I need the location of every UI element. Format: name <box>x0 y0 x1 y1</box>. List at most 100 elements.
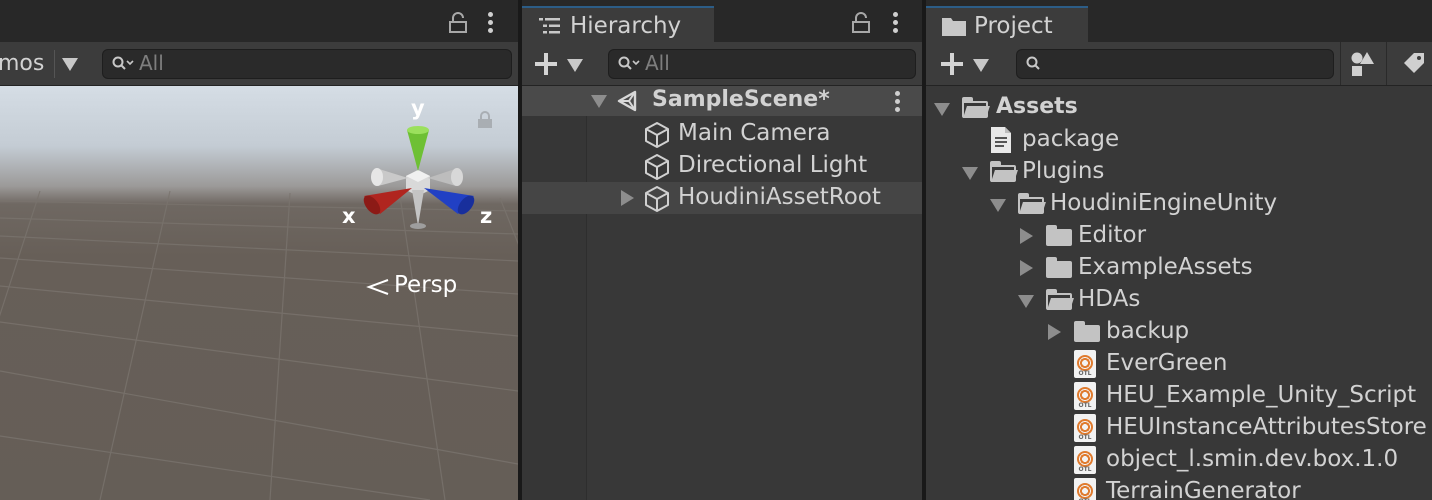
hierarchy-item-label: Main Camera <box>678 120 831 146</box>
scene-tab-bar <box>0 0 518 42</box>
project-search-input[interactable] <box>1016 49 1334 79</box>
project-item[interactable]: OTL HEUInstanceAttributesStore <box>926 412 1432 444</box>
search-icon <box>618 56 640 70</box>
chevron-down-icon <box>567 59 583 72</box>
gameobject-cube-icon <box>645 186 669 212</box>
project-item[interactable]: OTL EverGreen <box>926 348 1432 380</box>
tab-project-label: Project <box>974 13 1053 39</box>
chevron-down-icon <box>62 58 78 71</box>
expand-arrow-icon[interactable] <box>1018 295 1034 308</box>
hierarchy-search-placeholder: All <box>645 51 670 75</box>
expand-arrow-icon[interactable] <box>990 199 1006 212</box>
scene-search-placeholder: All <box>139 51 164 75</box>
hierarchy-list-icon <box>539 18 560 34</box>
plus-icon <box>941 53 963 75</box>
gameobject-cube-icon <box>645 154 669 180</box>
project-item[interactable]: backup <box>926 316 1432 348</box>
project-item[interactable]: HoudiniEngineUnity <box>926 188 1432 220</box>
gizmo-z-label: z <box>480 204 493 228</box>
expand-arrow-icon[interactable] <box>591 95 607 108</box>
project-item-label: Assets <box>996 94 1078 119</box>
expand-arrow-icon[interactable] <box>1020 228 1033 244</box>
project-item[interactable]: ExampleAssets <box>926 252 1432 284</box>
tab-hierarchy-label: Hierarchy <box>570 13 682 39</box>
project-item[interactable]: OTL object_l.smin.dev.box.1.0 <box>926 444 1432 476</box>
scene-search-input[interactable]: All <box>102 49 512 79</box>
hda-file-icon: OTL <box>1074 478 1096 500</box>
project-item-label: HEU_Example_Unity_Script <box>1106 382 1417 408</box>
project-item-label: backup <box>1106 318 1190 344</box>
orientation-gizmo[interactable] <box>350 116 490 246</box>
hierarchy-tree: SampleScene* Main Camera Directional Lig… <box>522 86 922 500</box>
scene-more-options-icon[interactable] <box>888 89 908 113</box>
scene-view-panel: mos All y x z Persp <box>0 0 518 500</box>
gizmo-x-label: x <box>342 204 356 228</box>
hda-file-icon: OTL <box>1074 382 1096 410</box>
hda-file-icon: OTL <box>1074 350 1096 378</box>
toolbar-divider <box>1386 42 1387 85</box>
perspective-icon <box>366 279 389 295</box>
project-item[interactable]: Editor <box>926 220 1432 252</box>
lock-icon[interactable] <box>448 12 468 34</box>
hierarchy-item[interactable]: HoudiniAssetRoot <box>522 182 922 214</box>
scene-viewport[interactable]: y x z Persp <box>0 86 518 500</box>
project-item-label: HoudiniEngineUnity <box>1050 190 1278 216</box>
unity-scene-icon <box>617 90 637 112</box>
folder-open-icon <box>962 97 990 118</box>
expand-arrow-icon[interactable] <box>1048 324 1061 340</box>
folder-open-icon <box>990 161 1018 182</box>
projection-label: Persp <box>394 272 458 298</box>
filter-by-label-icon[interactable] <box>1402 51 1426 75</box>
folder-open-icon <box>1018 193 1046 214</box>
project-item[interactable]: package <box>926 124 1432 156</box>
project-item-label: Plugins <box>1022 158 1105 184</box>
more-options-icon[interactable] <box>886 10 906 34</box>
hierarchy-item-label: Directional Light <box>678 152 868 178</box>
scene-row[interactable]: SampleScene* <box>522 86 922 116</box>
create-button[interactable] <box>532 50 588 78</box>
hierarchy-tab-bar: Hierarchy <box>522 0 922 42</box>
search-icon <box>112 56 134 70</box>
create-button[interactable] <box>938 50 994 78</box>
folder-icon <box>1046 257 1072 278</box>
expand-arrow-icon[interactable] <box>934 103 950 116</box>
hierarchy-toolbar: All <box>522 42 922 86</box>
folder-icon <box>1074 321 1100 342</box>
project-item[interactable]: HDAs <box>926 284 1432 316</box>
project-item-label: TerrainGenerator <box>1106 478 1301 500</box>
hierarchy-search-input[interactable]: All <box>608 49 916 79</box>
scene-toolbar: mos All <box>0 42 518 86</box>
project-item-label: HEUInstanceAttributesStore <box>1106 414 1427 440</box>
project-item[interactable]: Plugins <box>926 156 1432 188</box>
lock-icon[interactable] <box>851 12 871 34</box>
project-toolbar <box>926 42 1432 86</box>
text-file-icon <box>991 127 1011 153</box>
gameobject-cube-icon <box>645 122 669 148</box>
expand-arrow-icon[interactable] <box>962 167 978 180</box>
filter-by-type-icon[interactable] <box>1350 51 1376 77</box>
hda-file-icon: OTL <box>1074 446 1096 474</box>
chevron-down-icon <box>973 59 989 72</box>
project-item[interactable]: Assets <box>926 92 1432 124</box>
more-options-icon[interactable] <box>481 10 501 34</box>
project-tree: Assets package Plugins HoudiniEngineUnit… <box>926 86 1432 500</box>
scene-name: SampleScene* <box>652 87 830 112</box>
folder-open-icon <box>1046 289 1074 310</box>
hierarchy-item-label: HoudiniAssetRoot <box>678 184 881 210</box>
expand-arrow-icon[interactable] <box>621 190 634 206</box>
hda-file-icon: OTL <box>1074 414 1096 442</box>
tab-hierarchy[interactable]: Hierarchy <box>522 6 714 42</box>
expand-arrow-icon[interactable] <box>1020 260 1033 276</box>
project-item-label: object_l.smin.dev.box.1.0 <box>1106 446 1399 472</box>
hierarchy-item[interactable]: Main Camera <box>522 118 922 150</box>
hierarchy-item[interactable]: Directional Light <box>522 150 922 182</box>
gizmos-dropdown-button[interactable] <box>56 42 84 85</box>
folder-icon <box>1046 225 1072 246</box>
tab-project[interactable]: Project <box>926 6 1088 42</box>
project-item[interactable]: OTL HEU_Example_Unity_Script <box>926 380 1432 412</box>
project-item-label: package <box>1022 126 1120 152</box>
projection-toggle[interactable]: Persp <box>366 272 466 302</box>
project-tab-bar: Project <box>926 0 1432 42</box>
project-item[interactable]: OTL TerrainGenerator <box>926 476 1432 500</box>
gizmos-button[interactable]: mos <box>0 42 54 85</box>
